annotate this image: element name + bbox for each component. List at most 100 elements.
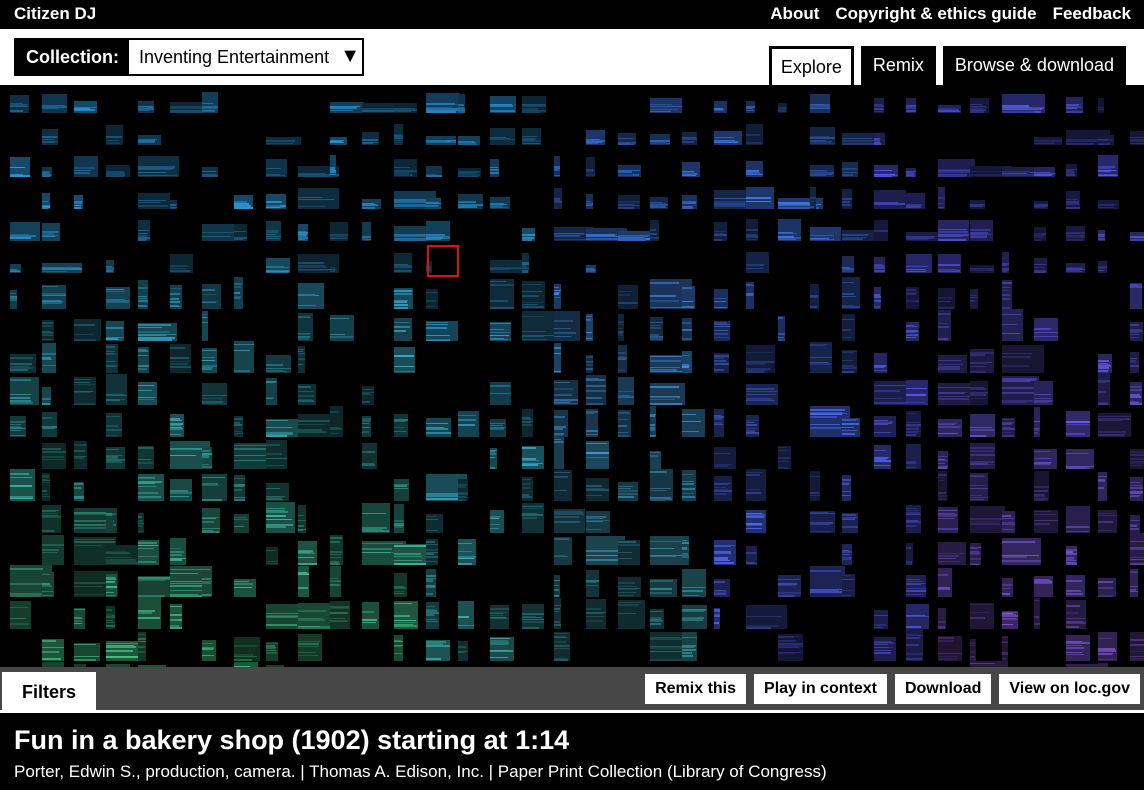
spectrogram-grid[interactable] <box>0 85 1144 667</box>
spectrogram-tile[interactable] <box>842 574 855 597</box>
spectrogram-tile[interactable] <box>170 285 182 309</box>
spectrogram-tile[interactable] <box>682 132 697 145</box>
spectrogram-tile[interactable] <box>970 443 995 469</box>
spectrogram-tile[interactable] <box>10 222 40 241</box>
spectrogram-tile[interactable] <box>1098 510 1117 533</box>
spectrogram-tile[interactable] <box>938 355 967 373</box>
spectrogram-tile[interactable] <box>330 155 336 177</box>
spectrogram-tile[interactable] <box>10 290 17 309</box>
spectrogram-tile[interactable] <box>106 260 114 273</box>
spectrogram-tile[interactable] <box>586 355 593 373</box>
spectrogram-tile[interactable] <box>554 509 585 533</box>
spectrogram-tile[interactable] <box>330 137 347 145</box>
spectrogram-tile[interactable] <box>682 195 697 209</box>
spectrogram-tile[interactable] <box>842 513 858 533</box>
spectrogram-tile[interactable] <box>810 227 841 241</box>
spectrogram-tile[interactable] <box>490 637 514 661</box>
spectrogram-tile[interactable] <box>10 416 26 437</box>
spectrogram-tile[interactable] <box>1002 418 1015 437</box>
spectrogram-tile[interactable] <box>490 260 523 273</box>
spectrogram-tile[interactable] <box>426 602 439 629</box>
spectrogram-tile[interactable] <box>1034 137 1062 145</box>
spectrogram-tile[interactable] <box>490 448 497 469</box>
view-on-loc-button[interactable]: View on loc.gov <box>999 674 1140 704</box>
spectrogram-tile[interactable] <box>1002 309 1023 341</box>
spectrogram-tile[interactable] <box>938 383 972 405</box>
spectrogram-tile[interactable] <box>138 193 170 209</box>
spectrogram-tile[interactable] <box>1098 200 1119 209</box>
spectrogram-tile[interactable] <box>970 414 995 437</box>
spectrogram-tile[interactable] <box>618 600 645 629</box>
spectrogram-tile[interactable] <box>746 282 754 309</box>
spectrogram-tile[interactable] <box>1034 201 1048 209</box>
spectrogram-tile[interactable] <box>1002 611 1018 629</box>
spectrogram-tile[interactable] <box>650 355 684 373</box>
spectrogram-tile[interactable] <box>138 474 164 501</box>
spectrogram-tile[interactable] <box>426 166 442 177</box>
feedback-link[interactable]: Feedback <box>1053 4 1131 24</box>
spectrogram-tile[interactable] <box>970 506 1005 533</box>
spectrogram-tile[interactable] <box>1066 575 1085 597</box>
spectrogram-tile[interactable] <box>266 440 287 469</box>
spectrogram-tile[interactable] <box>650 579 677 597</box>
spectrogram-tile[interactable] <box>938 608 946 629</box>
spectrogram-tile[interactable] <box>938 568 952 597</box>
spectrogram-tile[interactable] <box>746 384 778 405</box>
spectrogram-tile[interactable] <box>202 640 216 661</box>
spectrogram-tile[interactable] <box>330 222 348 241</box>
spectrogram-tile[interactable] <box>874 610 888 629</box>
spectrogram-tile[interactable] <box>202 571 212 597</box>
spectrogram-tile[interactable] <box>106 545 140 565</box>
spectrogram-tile[interactable] <box>1066 164 1077 177</box>
spectrogram-tile[interactable] <box>970 349 994 373</box>
spectrogram-tile[interactable] <box>586 157 595 177</box>
spectrogram-tile[interactable] <box>42 94 67 113</box>
spectrogram-tile[interactable] <box>746 101 755 113</box>
spectrogram-tile[interactable] <box>106 574 117 597</box>
spectrogram-tile[interactable] <box>330 102 364 113</box>
spectrogram-tile[interactable] <box>1098 261 1107 273</box>
spectrogram-tile[interactable] <box>1130 449 1144 469</box>
spectrogram-tile[interactable] <box>810 187 816 209</box>
spectrogram-tile[interactable] <box>842 230 875 241</box>
spectrogram-tile[interactable] <box>330 315 354 341</box>
spectrogram-canvas[interactable] <box>0 85 1144 667</box>
spectrogram-tile[interactable] <box>490 159 499 177</box>
spectrogram-tile[interactable] <box>426 418 451 437</box>
spectrogram-tile[interactable] <box>42 387 51 405</box>
spectrogram-tile[interactable] <box>1066 226 1085 241</box>
spectrogram-tile[interactable] <box>746 161 763 177</box>
spectrogram-tile[interactable] <box>1002 280 1012 309</box>
spectrogram-tile[interactable] <box>586 375 606 405</box>
spectrogram-tile[interactable] <box>618 285 638 309</box>
spectrogram-tile[interactable] <box>1002 345 1044 373</box>
spectrogram-tile[interactable] <box>522 128 541 145</box>
spectrogram-tile[interactable] <box>490 279 514 309</box>
spectrogram-tile[interactable] <box>234 637 260 661</box>
spectrogram-tile[interactable] <box>42 473 50 501</box>
spectrogram-tile[interactable] <box>618 377 634 405</box>
spectrogram-tile[interactable] <box>1066 449 1094 469</box>
spectrogram-tile[interactable] <box>586 441 609 469</box>
spectrogram-tile[interactable] <box>554 188 562 209</box>
spectrogram-tile[interactable] <box>810 566 845 597</box>
spectrogram-tile[interactable] <box>234 224 247 241</box>
spectrogram-tile[interactable] <box>42 535 64 565</box>
spectrogram-tile[interactable] <box>618 133 636 145</box>
spectrogram-tile[interactable] <box>714 409 724 437</box>
spectrogram-tile[interactable] <box>746 252 769 273</box>
spectrogram-tile[interactable] <box>810 94 830 113</box>
spectrogram-tile[interactable] <box>202 447 212 469</box>
spectrogram-tile[interactable] <box>1034 318 1058 341</box>
spectrogram-tile[interactable] <box>426 321 458 341</box>
spectrogram-tile[interactable] <box>426 93 460 113</box>
spectrogram-tile[interactable] <box>938 636 962 661</box>
spectrogram-tile[interactable] <box>970 289 978 309</box>
spectrogram-tile[interactable] <box>490 322 511 341</box>
spectrogram-tile[interactable] <box>42 263 82 273</box>
spectrogram-tile[interactable] <box>714 131 742 145</box>
spectrogram-tile[interactable] <box>1034 258 1047 273</box>
spectrogram-tile[interactable] <box>714 101 727 113</box>
spectrogram-tile[interactable] <box>266 502 295 533</box>
spectrogram-tile[interactable] <box>170 200 177 209</box>
